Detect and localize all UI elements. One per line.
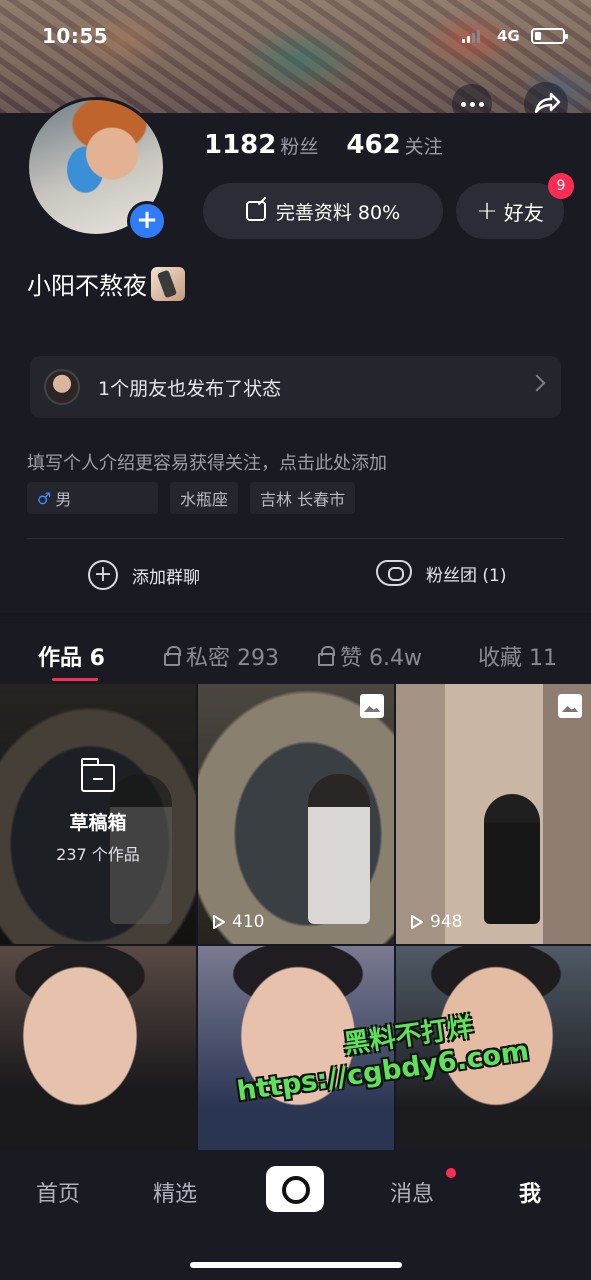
tab-private[interactable]: 私密 293 [164,640,279,672]
gender-tag[interactable]: ♂ 男 [27,482,158,514]
avatar-add-icon[interactable]: + [127,201,167,241]
add-group-chat-label: 添加群聊 [132,567,200,588]
tab-likes-label: 赞 6.4w [340,646,422,671]
video-tile[interactable]: 410 [198,684,394,944]
video-tile[interactable] [0,946,196,1150]
lock-icon [318,645,335,666]
avatar-container[interactable]: + [26,97,167,241]
divider [27,538,564,539]
fan-club-button[interactable]: 粉丝团 (1) [376,560,506,586]
followers-label[interactable]: 粉丝 [280,132,318,159]
network-type: 4G [497,27,520,45]
following-count[interactable]: 462 [346,130,400,160]
video-tile[interactable]: 948 [396,684,591,944]
followers-count[interactable]: 1182 [204,130,276,160]
sticker-icon [151,266,185,301]
location-tag[interactable]: 吉林 长春市 [250,482,356,514]
bottom-nav: 首页 精选 消息 我 [0,1150,591,1280]
battery-icon [531,28,568,44]
nav-me[interactable]: 我 [519,1176,541,1208]
lock-icon [164,645,181,666]
nav-messages[interactable]: 消息 [390,1176,434,1208]
play-icon [411,915,423,929]
circle-plus-icon: + [88,560,118,590]
bio-placeholder[interactable]: 填写个人介绍更容易获得关注，点击此处添加 [27,449,387,475]
friend-activity-card[interactable]: 1个朋友也发布了状态 [30,356,561,418]
add-friend-button[interactable]: + 好友 [456,183,564,239]
fan-club-icon [376,560,412,586]
friend-avatar [44,369,80,405]
add-group-chat-button[interactable]: + 添加群聊 [88,560,200,590]
status-bar: 10:55 4G [0,0,591,70]
male-icon: ♂ [37,488,52,508]
play-count: 410 [212,912,264,932]
play-icon [213,915,225,929]
draft-box-tile[interactable]: 草稿箱 237 个作品 [0,684,196,944]
folder-icon [81,757,115,792]
tab-works-label: 作品 6 [38,646,105,671]
play-count-text: 948 [430,912,463,932]
video-thumbnail-figure [484,794,540,924]
signal-icon [462,30,480,43]
profile-tags: ♂ 男 水瓶座 吉林 长春市 [27,482,356,514]
tab-favorites[interactable]: 收藏 11 [478,640,557,672]
friend-activity-text: 1个朋友也发布了状态 [98,377,282,400]
edit-profile-label: 完善资料 80% [275,201,401,224]
profile-stats: 1182 粉丝 462 关注 [204,130,471,160]
home-indicator [190,1262,402,1268]
draft-overlay: 草稿箱 237 个作品 [0,684,196,944]
nav-featured[interactable]: 精选 [153,1176,197,1208]
camera-icon[interactable] [266,1166,324,1212]
nav-home[interactable]: 首页 [36,1176,80,1208]
profile-actions: + 添加群聊 粉丝团 (1) [0,546,591,604]
plus-icon: + [476,196,498,226]
image-icon [558,694,582,718]
status-time: 10:55 [42,24,109,48]
messages-dot [446,1168,456,1178]
zodiac-tag[interactable]: 水瓶座 [170,482,239,514]
fan-club-label: 粉丝团 (1) [426,565,507,586]
video-thumbnail-figure [308,774,370,924]
edit-icon [245,201,266,221]
chevron-right-icon [528,374,546,392]
nickname[interactable]: 小阳不熬夜 [27,266,185,301]
tab-likes[interactable]: 赞 6.4w [318,640,422,672]
draft-title: 草稿箱 [69,811,127,834]
tab-private-label: 私密 293 [186,646,279,671]
nickname-text: 小阳不熬夜 [27,272,147,300]
tab-works[interactable]: 作品 6 [38,640,105,672]
image-icon [360,694,384,718]
play-count-text: 410 [232,912,265,932]
add-friend-label: 好友 [503,200,544,225]
friend-request-badge: 9 [548,173,574,199]
tab-favorites-label: 收藏 11 [478,646,557,671]
following-label[interactable]: 关注 [405,132,443,159]
play-count: 948 [410,912,462,932]
edit-profile-button[interactable]: 完善资料 80% [203,183,443,239]
active-tab-indicator [52,678,98,681]
gender-text: 男 [55,490,72,509]
draft-count: 237 个作品 [56,844,140,864]
